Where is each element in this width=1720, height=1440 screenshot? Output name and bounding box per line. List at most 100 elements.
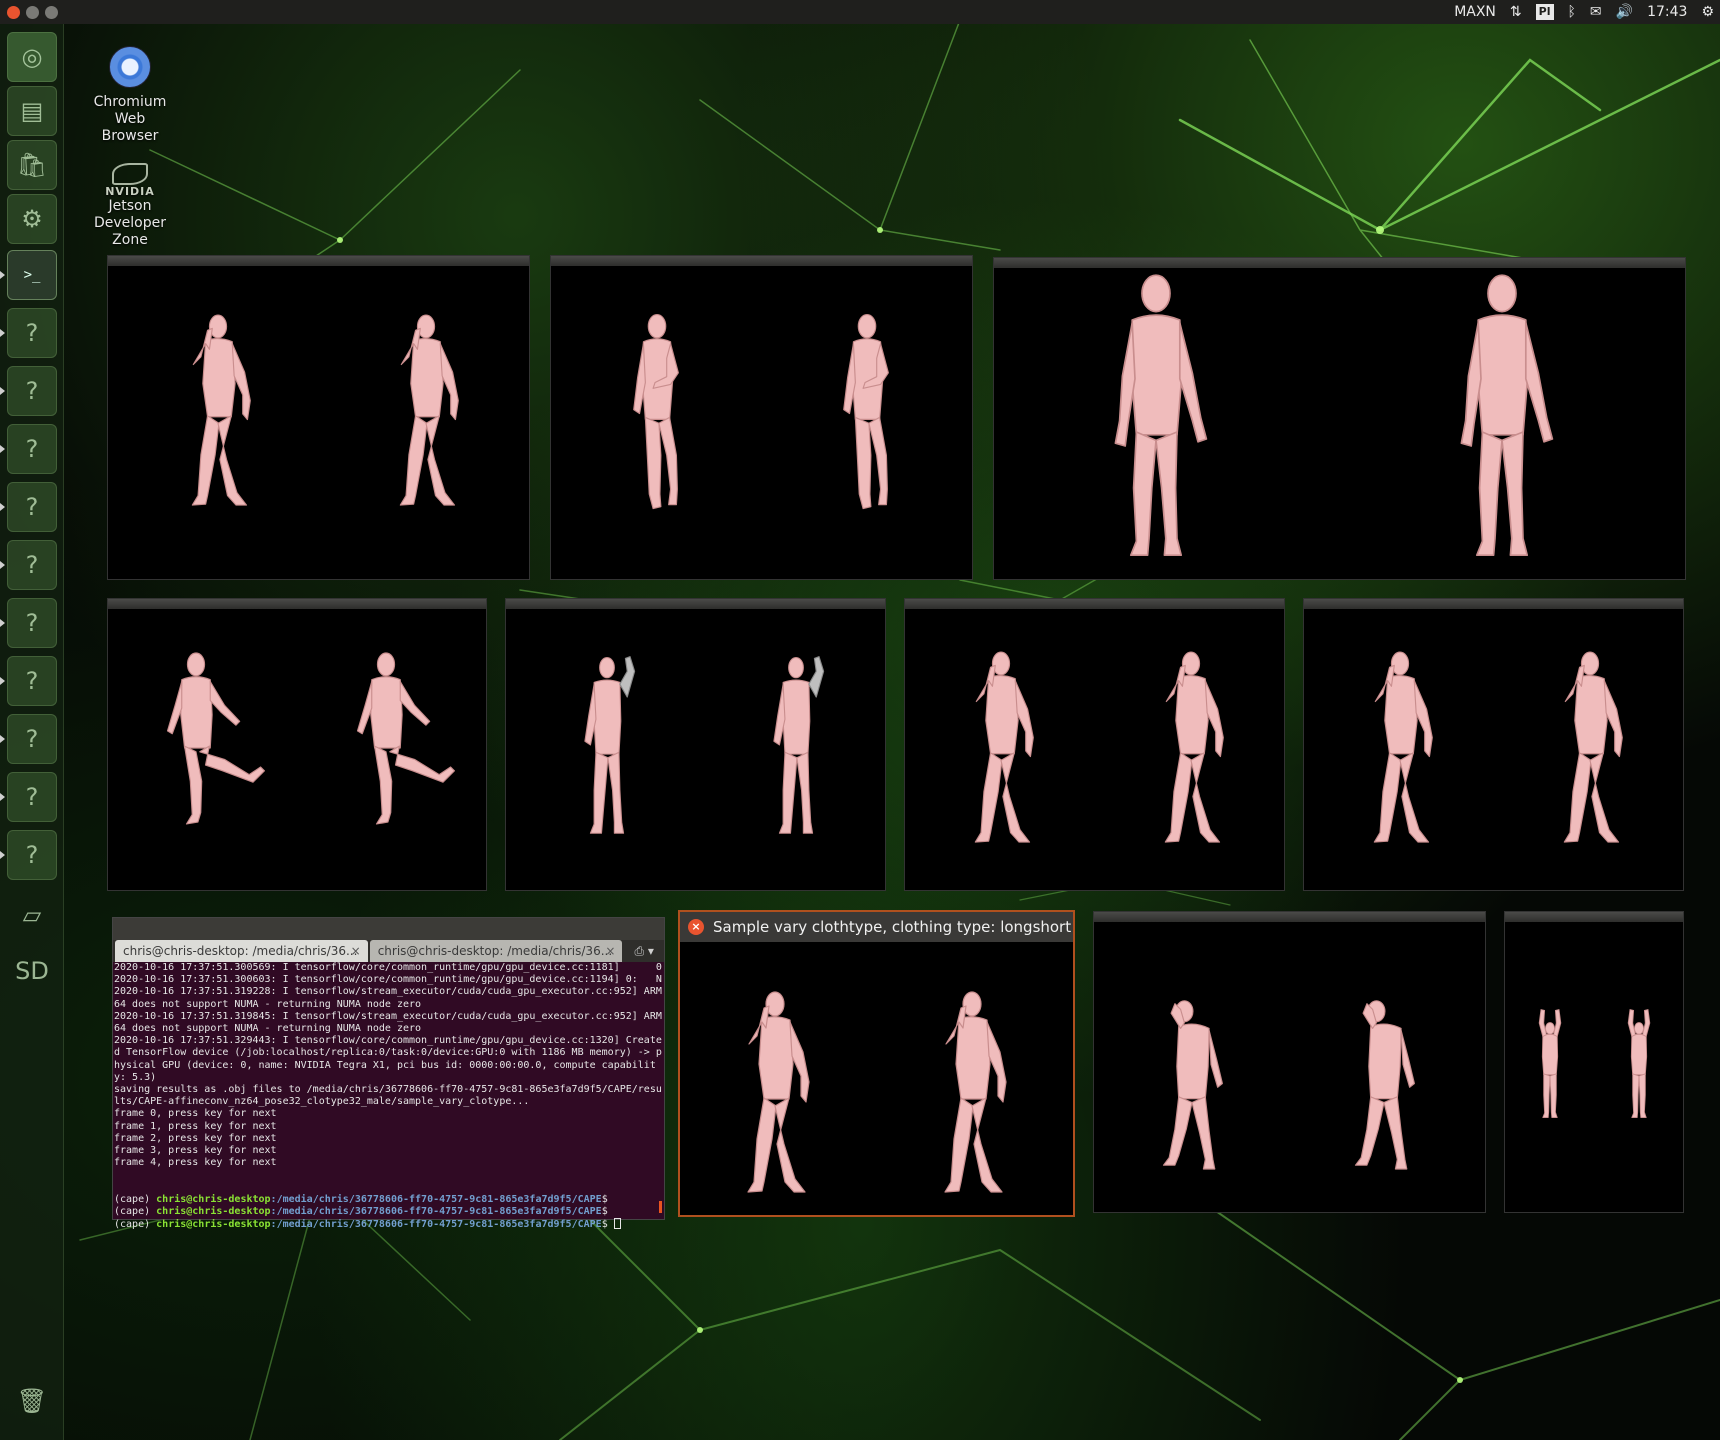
close-icon[interactable]: × — [688, 919, 704, 935]
settings-icon[interactable]: ⚙ — [7, 194, 57, 244]
unknown-app-icon[interactable]: ? — [7, 366, 57, 416]
body-mesh — [1162, 1000, 1223, 1170]
jetson-label-1: Jetson — [108, 198, 152, 214]
mail-icon[interactable]: ✉ — [1590, 0, 1602, 24]
terminal-prompt-line: (cape) chris@chris-desktop:/media/chris/… — [114, 1206, 663, 1218]
unknown-app-icon[interactable]: ? — [7, 540, 57, 590]
trash-icon[interactable]: 🗑 — [7, 1376, 57, 1426]
sample-window-title: Sample vary clothtype, clothing type: lo… — [713, 918, 1072, 936]
terminal-line: frame 3, press key for next — [114, 1145, 277, 1157]
terminal-line: frame 0, press key for next — [114, 1108, 277, 1120]
render-window[interactable] — [904, 598, 1285, 891]
jetson-label-3: Zone — [112, 232, 148, 248]
terminal-tab-bar: chris@chris-desktop: /media/chris/36... … — [113, 940, 664, 962]
mesh-viewport — [974, 651, 1224, 843]
terminal-line: 2020-10-16 17:37:51.319228: I tensorflow… — [114, 986, 662, 1010]
ubuntu-dash-icon[interactable]: ◎ — [7, 32, 57, 82]
close-window-icon[interactable] — [7, 5, 20, 19]
tab-menu-icon[interactable]: ⎙ ▾ — [624, 940, 664, 962]
window-titlebar[interactable] — [108, 599, 486, 609]
maximize-window-icon[interactable] — [45, 5, 58, 19]
body-mesh — [1373, 651, 1433, 843]
running-indicator — [0, 329, 5, 337]
window-titlebar[interactable] — [506, 599, 885, 609]
tab-close-icon[interactable]: × — [605, 940, 615, 962]
chromium-desktop-icon[interactable]: Chromium Web Browser — [80, 46, 180, 145]
render-window[interactable] — [1093, 911, 1486, 1213]
render-window[interactable] — [107, 598, 487, 891]
render-window[interactable] — [505, 598, 886, 891]
prompt-user: chris@chris-desktop — [156, 1206, 271, 1218]
render-window[interactable] — [1303, 598, 1684, 891]
unknown-app-icon[interactable]: ? — [7, 424, 57, 474]
drive-icon[interactable]: ▱ — [7, 890, 57, 940]
terminal-tab-1[interactable]: chris@chris-desktop: /media/chris/36... … — [115, 940, 368, 962]
render-window[interactable] — [1504, 911, 1684, 1213]
body-mesh — [1538, 1009, 1562, 1118]
terminal-line: frame 2, press key for next — [114, 1132, 277, 1144]
bluetooth-icon[interactable]: ᛒ — [1568, 0, 1576, 24]
window-titlebar[interactable] — [551, 256, 972, 266]
keyboard-layout-icon[interactable]: Pl — [1535, 4, 1554, 20]
minimize-window-icon[interactable] — [26, 5, 39, 19]
running-indicator — [0, 851, 5, 859]
indicator-area: MAXN ⇅ Pl ᛒ ✉ 🔊 17:43 ⚙ — [1426, 0, 1714, 24]
jetson-label-2: Developer — [93, 215, 166, 231]
sd-card-icon[interactable]: SD — [7, 946, 57, 996]
sample-window-titlebar[interactable]: × Sample vary clothtype, clothing type: … — [680, 912, 1073, 942]
mesh-viewport — [191, 314, 459, 506]
body-mesh — [1354, 1000, 1415, 1170]
window-titlebar[interactable] — [905, 599, 1284, 609]
running-indicator — [0, 677, 5, 685]
software-store-icon[interactable]: 🛍 — [7, 140, 57, 190]
jetson-zone-desktop-icon[interactable]: NVIDIA Jetson Developer Zone — [80, 163, 180, 249]
body-mesh — [974, 651, 1034, 843]
tab-close-icon[interactable]: × — [351, 940, 361, 962]
terminal-window[interactable]: chris@chris-desktop: /media/chris/36... … — [112, 917, 665, 1230]
render-window[interactable] — [107, 255, 530, 580]
prompt-path: :/media/chris/36778606-ff70-4757-9c81-86… — [270, 1206, 602, 1218]
prompt-path: :/media/chris/36778606-ff70-4757-9c81-86… — [270, 1219, 602, 1231]
window-titlebar[interactable] — [108, 256, 529, 266]
terminal-cursor — [613, 1218, 621, 1230]
terminal-line: 2020-10-16 17:37:51.319845: I tensorflow… — [114, 1010, 662, 1035]
render-window[interactable] — [993, 257, 1686, 580]
render-window[interactable] — [550, 255, 973, 580]
unknown-app-icon[interactable]: ? — [7, 598, 57, 648]
body-mesh — [356, 652, 455, 825]
unknown-app-icon[interactable]: ? — [7, 772, 57, 822]
running-indicator — [0, 445, 5, 453]
gear-icon[interactable]: ⚙ — [1701, 0, 1714, 24]
terminal-icon[interactable]: >_ — [7, 250, 57, 300]
window-titlebar[interactable] — [1094, 912, 1485, 922]
mesh-viewport — [1114, 274, 1554, 557]
unknown-app-icon[interactable]: ? — [7, 714, 57, 764]
terminal-output[interactable]: 2020-10-16 17:37:51.300569: I tensorflow… — [113, 962, 664, 1231]
terminal-tab-2[interactable]: chris@chris-desktop: /media/chris/36... … — [369, 940, 623, 962]
terminal-scroll-indicator — [659, 1201, 662, 1213]
files-icon[interactable]: ▤ — [7, 86, 57, 136]
clock-label[interactable]: 17:43 — [1647, 0, 1687, 24]
terminal-line: frame 4, press key for next — [114, 1157, 277, 1169]
unknown-app-icon[interactable]: ? — [7, 482, 57, 532]
body-mesh — [747, 991, 810, 1193]
window-titlebar[interactable] — [1505, 912, 1683, 922]
window-titlebar[interactable] — [1304, 599, 1683, 609]
running-indicator — [0, 793, 5, 801]
unknown-app-icon[interactable]: ? — [7, 830, 57, 880]
terminal-titlebar[interactable] — [113, 918, 664, 940]
running-indicator — [0, 503, 5, 511]
terminal-line: 2020-10-16 17:37:51.300569: I tensorflow… — [114, 962, 662, 973]
mesh-viewport — [1538, 1009, 1651, 1118]
unknown-app-icon[interactable]: ? — [7, 308, 57, 358]
power-mode-label[interactable]: MAXN — [1454, 0, 1496, 24]
window-titlebar[interactable] — [994, 258, 1685, 268]
chromium-label-3: Browser — [101, 128, 159, 144]
body-mesh — [166, 652, 265, 825]
unknown-app-icon[interactable]: ? — [7, 656, 57, 706]
network-arrows-icon[interactable]: ⇅ — [1510, 0, 1522, 24]
volume-icon[interactable]: 🔊 — [1616, 0, 1633, 24]
prompt-symbol: $ — [601, 1193, 608, 1205]
nvidia-brand: NVIDIA — [105, 185, 155, 198]
sample-window[interactable]: × Sample vary clothtype, clothing type: … — [678, 910, 1075, 1217]
